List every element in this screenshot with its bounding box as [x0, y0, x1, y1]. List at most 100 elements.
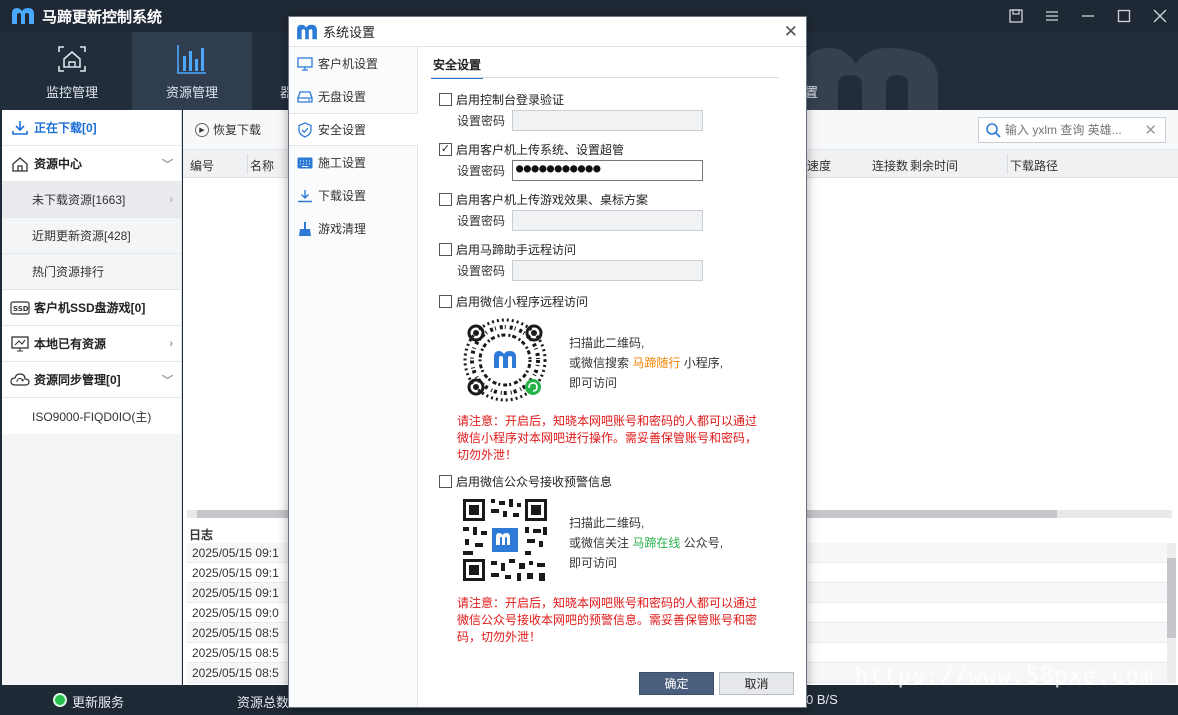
cancel-button[interactable]: 取消: [719, 672, 794, 695]
sidebar-item-recent-updates[interactable]: 近期更新资源[428]: [2, 218, 181, 254]
mini-program-qr-code: [457, 313, 553, 407]
remote-access-option[interactable]: 启用马蹄助手远程访问: [439, 241, 576, 258]
menu-item-game-cleanup[interactable]: 游戏清理: [289, 212, 417, 245]
chevron-right-icon: ›: [169, 193, 173, 206]
upload-game-option[interactable]: 启用客户机上传游戏效果、桌标方案: [439, 191, 648, 208]
search-box[interactable]: ✕: [978, 117, 1166, 143]
column-divider: [1007, 154, 1008, 174]
wechat-official-option[interactable]: 启用微信公众号接收预警信息: [439, 473, 612, 490]
column-divider: [247, 154, 248, 174]
save-icon[interactable]: [998, 0, 1034, 32]
sidebar-item-sync-server[interactable]: ISO9000-FIQD0IO(主): [2, 398, 181, 434]
mini-program-name: 马蹄随行: [632, 356, 681, 370]
app-logo-icon: [297, 24, 317, 39]
monitor-icon: [10, 335, 30, 353]
ssd-icon: SSD: [10, 299, 30, 317]
wechat-mini-option[interactable]: 启用微信小程序远程访问: [439, 293, 588, 310]
settings-dialog: 系统设置 ✕ 客户机设置 无盘设置 安全设置 施工设置 下载设置 游戏清理 安全…: [288, 16, 807, 708]
svg-text:SSD: SSD: [13, 305, 29, 313]
search-icon: [986, 123, 1001, 138]
console-login-checkbox[interactable]: [439, 93, 452, 106]
brand-watermark-icon: [803, 48, 938, 110]
remote-access-password-row: 设置密码: [457, 260, 704, 281]
console-login-option[interactable]: 启用控制台登录验证: [439, 91, 564, 108]
sidebar-item-not-downloaded[interactable]: 未下载资源[1663] ›: [2, 182, 181, 218]
sidebar-item-local-resources[interactable]: 本地已有资源 ›: [2, 326, 181, 362]
column-header-connections[interactable]: 连接数: [872, 157, 908, 174]
upload-system-password-field[interactable]: ●●●●●●●●●●●: [512, 160, 704, 181]
resume-download-button[interactable]: ▶ 恢复下载: [195, 121, 261, 138]
monitor-icon: [297, 56, 313, 71]
upload-game-checkbox[interactable]: [439, 193, 452, 206]
chevron-down-icon: ﹀: [162, 158, 173, 171]
sidebar: 正在下载[0] 资源中心 ﹀ 未下载资源[1663] › 近期更新资源[428]…: [2, 110, 182, 685]
sidebar-item-downloading[interactable]: 正在下载[0]: [2, 110, 181, 146]
minimize-icon[interactable]: [1070, 0, 1106, 32]
mini-program-warning: 请注意：开启后，知晓本网吧账号和密码的人都可以通过微信小程序对本网吧进行操作。需…: [457, 414, 758, 462]
menu-item-diskless[interactable]: 无盘设置: [289, 80, 417, 113]
menu-item-download[interactable]: 下载设置: [289, 179, 417, 212]
menu-item-construction[interactable]: 施工设置: [289, 146, 417, 179]
scrollbar-thumb[interactable]: [1167, 558, 1176, 638]
remote-access-checkbox[interactable]: [439, 243, 452, 256]
wechat-mini-checkbox[interactable]: [439, 295, 452, 308]
settings-menu: 客户机设置 无盘设置 安全设置 施工设置 下载设置 游戏清理: [289, 47, 418, 707]
site-watermark: https://www.58pxe.com: [854, 664, 1154, 689]
app-title: 马蹄更新控制系统: [42, 8, 163, 26]
menu-item-security[interactable]: 安全设置: [289, 113, 418, 146]
official-account-warning: 请注意：开启后，知晓本网吧账号和密码的人都可以通过微信公众号接收本网吧的预警信息…: [457, 596, 758, 644]
search-input[interactable]: [1005, 123, 1135, 137]
home-icon: [10, 155, 30, 173]
console-login-password-row: 设置密码: [457, 110, 704, 131]
log-title: 日志: [189, 528, 214, 542]
home-monitor-icon: [58, 45, 86, 72]
column-header-speed[interactable]: 速度: [807, 157, 831, 174]
remote-access-password-field[interactable]: [512, 260, 704, 281]
menu-icon[interactable]: [1034, 0, 1070, 32]
app-logo-icon: [12, 8, 34, 24]
total-resources: 资源总数: [237, 695, 290, 710]
bar-chart-icon: [177, 44, 206, 74]
close-icon[interactable]: ✕: [784, 22, 798, 42]
service-status-icon: [53, 693, 67, 707]
vertical-scrollbar[interactable]: [1167, 543, 1176, 683]
play-icon: ▶: [195, 122, 209, 137]
sidebar-item-ssd-games[interactable]: SSD 客户机SSD盘游戏[0]: [2, 290, 181, 326]
clear-icon[interactable]: ✕: [1144, 121, 1157, 139]
tab-monitor[interactable]: 监控管理: [12, 32, 132, 110]
chevron-down-icon: ﹀: [162, 374, 173, 387]
column-header-name[interactable]: 名称: [250, 157, 274, 174]
maximize-icon[interactable]: [1106, 0, 1142, 32]
console-login-password-field[interactable]: [512, 110, 704, 131]
sidebar-item-resource-center[interactable]: 资源中心 ﹀: [2, 146, 181, 182]
official-account-instructions: 扫描此二维码, 或微信关注 马蹄在线 公众号, 即可访问: [569, 516, 724, 570]
upload-system-option[interactable]: ✓ 启用客户机上传系统、设置超管: [439, 141, 624, 158]
cloud-sync-icon: [10, 371, 30, 389]
disk-icon: [297, 90, 313, 104]
broom-icon: [297, 221, 313, 236]
official-account-name: 马蹄在线: [632, 536, 681, 550]
tab-security[interactable]: 安全设置: [431, 56, 484, 79]
official-account-qr-code: [457, 493, 553, 587]
download-speed: 0 B/S: [806, 692, 838, 707]
menu-item-client[interactable]: 客户机设置: [289, 47, 417, 80]
section-divider: [431, 77, 779, 78]
sidebar-item-sync-management[interactable]: 资源同步管理[0] ﹀: [2, 362, 181, 398]
tab-resources[interactable]: 资源管理: [132, 32, 252, 110]
upload-game-password-field[interactable]: [512, 210, 704, 231]
close-icon[interactable]: [1142, 0, 1178, 32]
upload-system-password-row: 设置密码 ●●●●●●●●●●●: [457, 160, 704, 181]
settings-body: 安全设置 启用控制台登录验证 设置密码 ✓ 启用客户机上传系统、设置超管 设置密…: [419, 47, 806, 707]
upload-system-checkbox[interactable]: ✓: [439, 143, 452, 156]
column-header-path[interactable]: 下载路径: [1010, 157, 1058, 174]
dialog-title-bar: 系统设置 ✕: [289, 17, 806, 47]
sidebar-item-hot-ranking[interactable]: 热门资源排行: [2, 254, 181, 290]
ok-button[interactable]: 确定: [639, 672, 714, 695]
shield-icon: [297, 121, 313, 138]
upload-game-password-row: 设置密码: [457, 210, 704, 231]
chevron-right-icon: ›: [169, 337, 173, 350]
column-header-remaining[interactable]: 剩余时间: [910, 157, 958, 174]
keyboard-icon: [297, 156, 313, 170]
column-header-id[interactable]: 编号: [190, 157, 214, 174]
wechat-official-checkbox[interactable]: [439, 475, 452, 488]
